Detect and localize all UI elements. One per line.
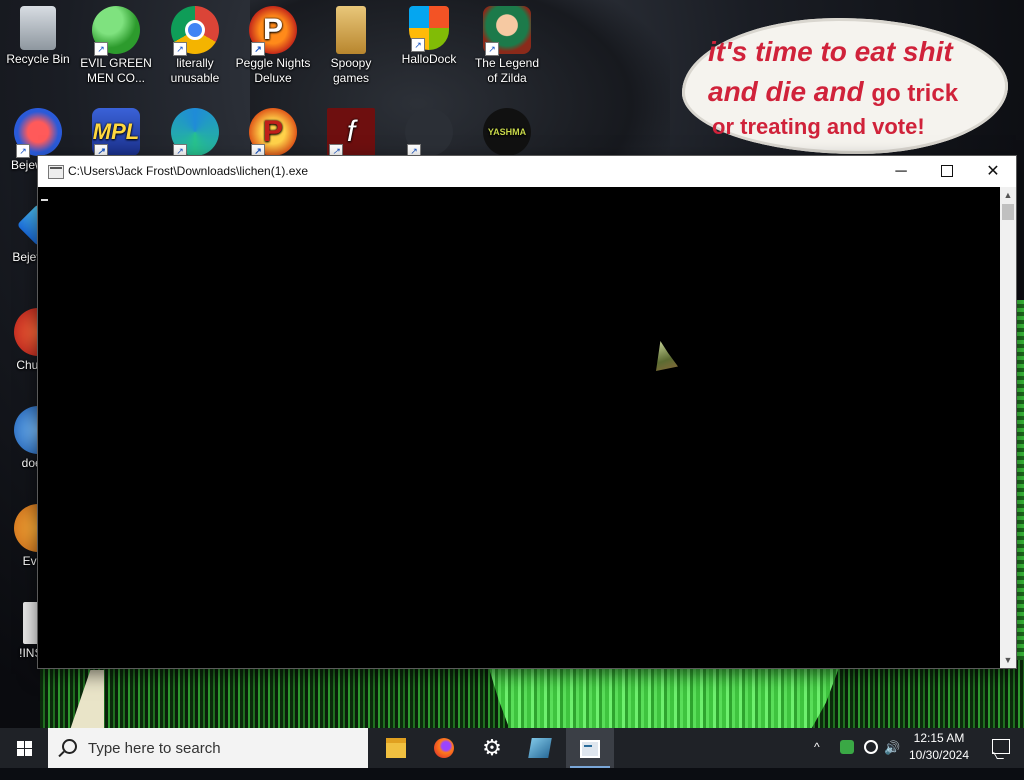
gear-icon: ⚙	[482, 735, 502, 760]
taskbar-app[interactable]	[516, 728, 564, 768]
taskbar-search-box[interactable]: Type here to search	[48, 728, 368, 768]
folder-icon	[386, 738, 406, 758]
console-output-area[interactable]	[38, 187, 1000, 668]
minimize-button[interactable]: ─	[878, 156, 924, 187]
peggle-icon: P ↗	[249, 6, 297, 56]
shortcut-arrow-icon: ↗	[16, 144, 30, 158]
text-cursor	[41, 199, 48, 201]
messenger-icon: ↗	[92, 6, 140, 56]
wallpaper-grass-bright	[488, 665, 840, 728]
maximize-icon	[941, 164, 953, 177]
taskbar-file-explorer[interactable]	[372, 728, 420, 768]
close-button[interactable]: ✕	[970, 156, 1016, 187]
shortcut-arrow-icon: ↗	[485, 42, 499, 56]
folder-icon	[336, 6, 366, 54]
yashma-icon: YASHMA	[483, 108, 531, 156]
start-button[interactable]	[0, 728, 48, 768]
window-title: C:\Users\Jack Frost\Downloads\lichen(1).…	[68, 164, 309, 178]
scrollbar-thumb[interactable]	[1002, 204, 1014, 220]
desktop-icon-label: EVIL GREEN MEN CO...	[80, 56, 152, 85]
taskbar-console-app[interactable]	[566, 728, 614, 768]
shortcut-arrow-icon: ↗	[94, 42, 108, 56]
bubble-line-2b: go trick	[871, 80, 959, 107]
bubble-line-1: it's time to eat shit	[708, 36, 953, 67]
chrome-icon: ↗	[171, 6, 219, 56]
console-window[interactable]: C:\Users\Jack Frost\Downloads\lichen(1).…	[38, 156, 1016, 668]
app-icon	[528, 738, 552, 758]
vertical-scrollbar[interactable]: ▲ ▼	[1000, 187, 1016, 668]
desktop-icon-hallodock[interactable]: ↗ HalloDock	[391, 0, 467, 67]
desktop-icon-peggle[interactable]: P ↗	[235, 102, 311, 158]
clock-date: 10/30/2024	[908, 748, 970, 762]
taskbar-clock[interactable]: 12:15 AM 10/30/2024	[904, 730, 974, 766]
game-sprite	[656, 341, 678, 371]
console-window-icon	[580, 740, 600, 758]
bubble-line-3: or treating and vote!	[712, 114, 925, 139]
taskbar-settings[interactable]: ⚙	[468, 728, 516, 768]
windows-shield-icon: ↗	[409, 6, 449, 52]
window-titlebar[interactable]: C:\Users\Jack Frost\Downloads\lichen(1).…	[38, 156, 1016, 187]
clock-time: 12:15 AM	[913, 731, 965, 745]
desktop-icon-evil-green-men[interactable]: ↗ EVIL GREEN MEN CO...	[78, 0, 154, 86]
shortcut-arrow-icon: ↗	[251, 42, 265, 56]
bubble-line-2a: and die and	[708, 76, 864, 107]
desktop-icon-mpl[interactable]: MPL ↗	[78, 102, 154, 158]
console-app-icon	[48, 165, 64, 179]
flash-icon: f ↗	[327, 108, 375, 158]
bubble-line-2: and die and go trick	[708, 76, 958, 108]
wallpaper-strip	[1016, 300, 1024, 660]
desktop-icon-legend-of-zilda[interactable]: ↗ The Legend of Zilda	[469, 0, 545, 86]
yashma-label: YASHMA	[487, 127, 527, 137]
desktop-icon-label: The Legend of Zilda	[474, 56, 540, 85]
firefox-icon	[434, 738, 454, 758]
desktop-icon-label: Peggle Nights Deluxe	[235, 56, 311, 85]
scroll-down-icon[interactable]: ▼	[1000, 652, 1016, 668]
desktop-icon-flash[interactable]: f ↗	[313, 102, 389, 158]
notification-icon	[992, 739, 1010, 754]
network-icon[interactable]	[862, 728, 882, 768]
desktop-icon-label: Recycle Bin	[6, 52, 70, 66]
search-icon	[62, 739, 77, 754]
desktop-icon-recycle-bin[interactable]: Recycle Bin	[0, 0, 76, 67]
tray-app-icon[interactable]	[838, 728, 858, 768]
windows-logo-icon	[17, 741, 32, 756]
recycle-bin-icon	[20, 6, 56, 50]
show-hidden-icons-button[interactable]: ^	[814, 740, 832, 780]
mpl-icon: MPL ↗	[92, 108, 140, 158]
desktop-icon-peggle-nights[interactable]: P ↗ Peggle Nights Deluxe	[235, 0, 311, 86]
desktop-icon-edge[interactable]: ↗	[157, 102, 233, 158]
notification-center-button[interactable]	[980, 728, 1024, 768]
wallpaper-speech-bubble: it's time to eat shit and die and go tri…	[682, 18, 1008, 154]
desktop-icon-label: Spoopy games	[330, 56, 372, 85]
app-icon: ↗	[405, 108, 453, 158]
desktop-icon-label: HalloDock	[401, 52, 457, 66]
zelda-icon: ↗	[483, 6, 531, 56]
desktop-icon-app[interactable]: ↗	[391, 102, 467, 158]
desktop-icon-spoopy-games[interactable]: Spoopy games	[313, 0, 389, 86]
shortcut-arrow-icon: ↗	[173, 42, 187, 56]
desktop-icon-label: literally unusable	[170, 56, 220, 85]
maximize-button[interactable]	[924, 156, 970, 187]
taskbar-firefox[interactable]	[420, 728, 468, 768]
volume-icon[interactable]: 🔊	[884, 740, 904, 780]
edge-icon: ↗	[171, 108, 219, 158]
bejeweled-icon: ↗	[14, 108, 62, 158]
desktop-icon-chrome[interactable]: ↗ literally unusable	[157, 0, 233, 86]
desktop-icon-yashma[interactable]: YASHMA	[469, 102, 545, 158]
scroll-up-icon[interactable]: ▲	[1000, 187, 1016, 203]
taskbar: Type here to search ⚙ ^ 🔊 12:15 AM 10/30…	[0, 728, 1024, 768]
shortcut-arrow-icon: ↗	[411, 38, 425, 52]
peggle-icon: P ↗	[249, 108, 297, 158]
search-placeholder: Type here to search	[88, 740, 221, 757]
